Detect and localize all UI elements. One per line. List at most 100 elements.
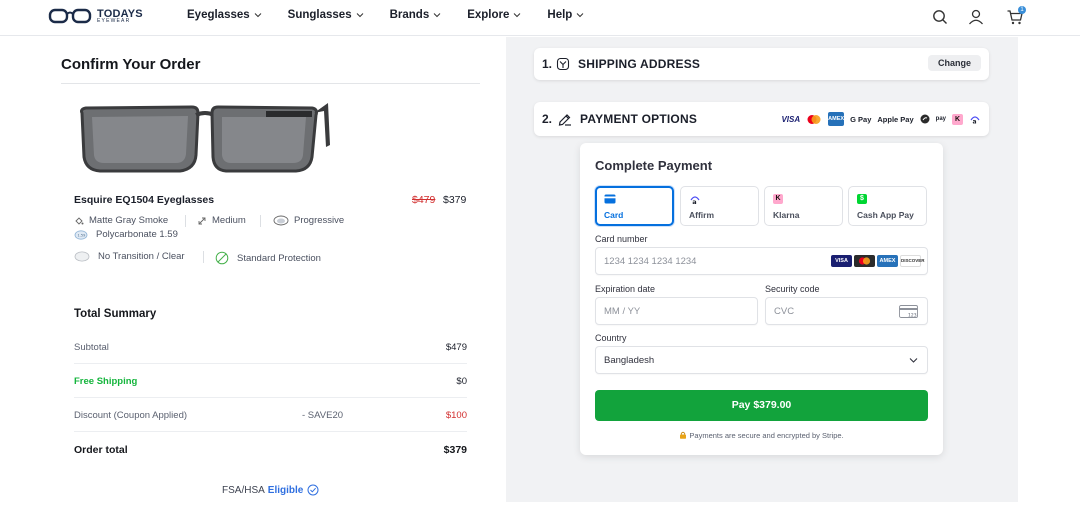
cvc-input[interactable]: CVC 123 <box>765 297 928 325</box>
logo-subtext: EYEWEAR <box>97 18 131 24</box>
spec-lens-type-text: Progressive <box>294 215 345 226</box>
country-select[interactable]: Bangladesh <box>595 346 928 374</box>
nav-explore[interactable]: Explore <box>467 9 521 21</box>
step-number: 1. <box>542 57 553 71</box>
pay-button[interactable]: Pay $379.00 <box>595 390 928 421</box>
spec-size-text: Medium <box>212 215 246 226</box>
nav-brands[interactable]: Brands <box>390 9 442 21</box>
cash-app-icon: $ <box>857 194 867 204</box>
spec-transition-text: No Transition / Clear <box>98 251 185 262</box>
page-title: Confirm Your Order <box>61 56 201 73</box>
nav-eyeglasses[interactable]: Eyeglasses <box>187 9 262 21</box>
edit-pencil-icon <box>558 114 571 126</box>
method-tab-card[interactable]: Card <box>595 186 674 226</box>
site-header: TODAYS EYEWEAR Eyeglasses Sunglasses Bra… <box>0 0 1080 36</box>
change-address-button[interactable]: Change <box>927 55 981 71</box>
method-tab-cash-app-pay[interactable]: $ Cash App Pay <box>848 186 927 226</box>
spec-divider <box>185 215 186 227</box>
fsa-label: FSA/HSA <box>222 484 265 496</box>
nav-sunglasses[interactable]: Sunglasses <box>288 9 364 21</box>
mastercard-logo-icon <box>807 114 821 124</box>
chevron-down-icon <box>254 13 262 18</box>
checkout-panel: 1. SHIPPING ADDRESS Change 2. PAYMENT OP… <box>506 37 1018 502</box>
summary-label: Discount (Coupon Applied) <box>74 410 188 421</box>
package-icon <box>556 57 570 71</box>
method-label: Cash App Pay <box>857 210 914 220</box>
product-name: Esquire EQ1504 Eyeglasses <box>74 194 215 206</box>
svg-text:1.59: 1.59 <box>78 233 86 237</box>
title-divider <box>61 83 480 84</box>
visa-logo: VISA <box>781 114 801 124</box>
order-summary-panel: Confirm Your Order Esquire EQ1504 Eyegla… <box>0 37 505 518</box>
method-tab-affirm[interactable]: a Affirm <box>680 186 759 226</box>
shipping-address-step[interactable]: 1. SHIPPING ADDRESS Change <box>534 48 989 80</box>
total-summary-title: Total Summary <box>74 308 157 320</box>
step-number: 2. <box>542 112 553 126</box>
clear-lens-icon <box>74 251 90 262</box>
amazon-pay-logo: pay <box>935 116 946 122</box>
original-price: $479 <box>412 194 436 206</box>
paint-bucket-icon <box>75 216 84 225</box>
expiry-placeholder: MM / YY <box>604 306 641 317</box>
card-number-input[interactable]: 1234 1234 1234 1234 VISA AMEX DISCOVER <box>595 247 928 275</box>
spec-divider <box>203 251 204 263</box>
payment-options-step: 2. PAYMENT OPTIONS VISA AMEX G Pay Apple… <box>534 102 989 136</box>
method-label: Klarna <box>773 210 800 220</box>
svg-text:123: 123 <box>908 313 917 319</box>
fsa-hsa-eligibility[interactable]: FSA/HSA Eligible <box>222 484 319 496</box>
nav-brands-label: Brands <box>389 9 430 21</box>
secure-note-text: Payments are secure and encrypted by Str… <box>689 431 844 440</box>
step-title: PAYMENT OPTIONS <box>580 112 698 126</box>
method-label: Card <box>604 210 624 220</box>
discover-card-icon: DISCOVER <box>900 255 925 267</box>
credit-card-icon <box>604 194 616 204</box>
summary-value: $479 <box>445 342 467 353</box>
spec-divider <box>260 215 261 227</box>
spec-material-text: Polycarbonate 1.59 <box>96 229 178 240</box>
summary-label: Order total <box>74 444 128 456</box>
main-nav: Eyeglasses Sunglasses Brands Explore Hel… <box>187 9 610 21</box>
product-image <box>80 103 330 173</box>
svg-text:a: a <box>973 119 977 126</box>
no-protection-icon <box>215 251 229 265</box>
lens-icon <box>273 215 289 226</box>
summary-label: Free Shipping <box>74 376 138 387</box>
affirm-logo-icon: a <box>970 116 980 126</box>
cvc-card-icon: 123 <box>899 305 918 319</box>
spec-material: 1.59 Polycarbonate 1.59 <box>74 229 178 240</box>
card-brand-icons: VISA AMEX DISCOVER <box>831 255 925 267</box>
chevron-down-icon <box>514 13 521 18</box>
nav-explore-label: Explore <box>467 9 510 21</box>
search-icon[interactable] <box>931 8 949 26</box>
chevron-down-icon <box>576 13 584 18</box>
site-logo[interactable]: TODAYS EYEWEAR <box>48 6 152 28</box>
google-pay-logo: G Pay <box>850 114 872 124</box>
lock-icon <box>680 431 687 439</box>
klarna-logo-icon: K <box>952 113 963 125</box>
fsa-eligible-label: Eligible <box>267 484 304 496</box>
spec-size: Medium <box>197 215 246 226</box>
spec-protection-text: Standard Protection <box>237 252 321 264</box>
stripe-payment-form: Complete Payment Card a Affirm K Klarna … <box>580 143 943 455</box>
method-tab-klarna[interactable]: K Klarna <box>764 186 843 226</box>
chevron-down-icon <box>356 13 363 18</box>
lens-material-icon: 1.59 <box>74 229 88 240</box>
svg-text:a: a <box>692 198 696 205</box>
user-account-icon[interactable] <box>967 8 985 26</box>
card-number-placeholder: 1234 1234 1234 1234 <box>604 256 697 267</box>
complete-payment-title: Complete Payment <box>595 158 713 173</box>
apple-pay-logo: Apple Pay <box>877 114 914 124</box>
coupon-code: - SAVE20 <box>302 410 344 421</box>
check-circle-icon <box>307 484 319 496</box>
summary-label: Subtotal <box>74 342 109 353</box>
cvc-placeholder: CVC <box>774 306 795 317</box>
amex-card-icon: AMEX <box>877 255 898 267</box>
card-number-label: Card number <box>595 234 648 244</box>
spec-color-text: Matte Gray Smoke <box>89 215 169 226</box>
accepted-payment-logos: VISA AMEX G Pay Apple Pay pay K a <box>781 112 981 126</box>
nav-help[interactable]: Help <box>547 9 584 21</box>
secure-payment-note: Payments are secure and encrypted by Str… <box>580 431 943 440</box>
klarna-icon: K <box>773 194 783 204</box>
mastercard-card-icon <box>854 255 875 267</box>
expiry-input[interactable]: MM / YY <box>595 297 758 325</box>
